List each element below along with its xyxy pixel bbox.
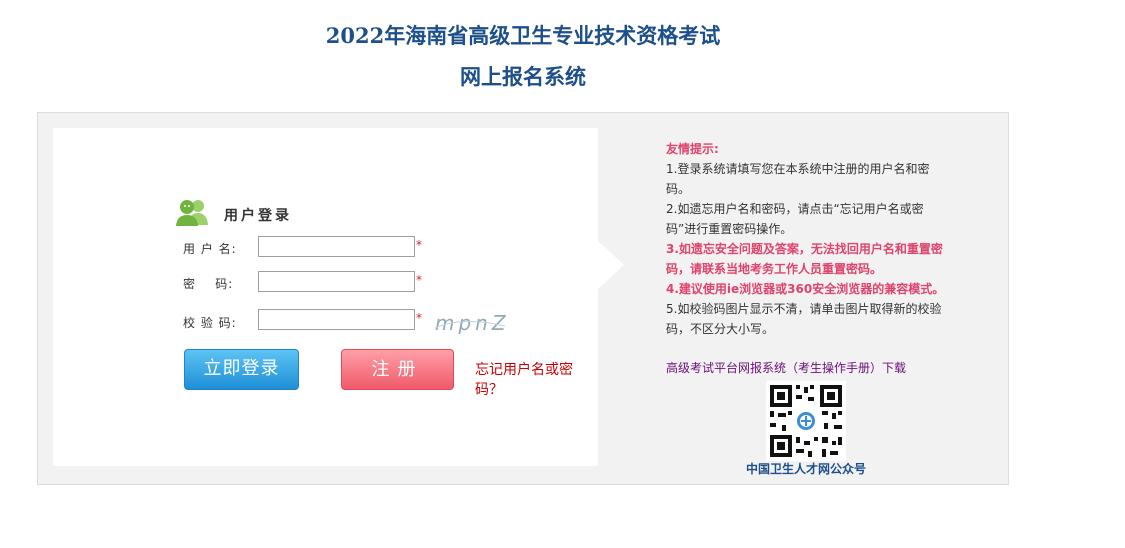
username-required-mark: *	[416, 238, 422, 252]
captcha-label: 校 验 码:	[183, 316, 237, 330]
tip-item: 2.如遗忘用户名和密码，请点击“忘记用户名或密码”进行重置密码操作。	[666, 202, 924, 236]
login-button[interactable]: 立即登录	[184, 349, 299, 390]
qr-code-icon	[766, 381, 846, 461]
captcha-image[interactable]: mpnZ	[433, 308, 508, 336]
tips-section: 友情提示: 1.登录系统请填写您在本系统中注册的用户名和密码。 2.如遗忘用户名…	[666, 139, 951, 339]
manual-download-link[interactable]: 高级考试平台网报系统（考生操作手册）下载	[666, 359, 906, 376]
pointer-arrow	[598, 241, 624, 289]
login-panel: 用户登录 用 户 名: * 密 码: * 校 验 码: * mpnZ 立即登录 …	[37, 112, 1009, 485]
captcha-input[interactable]	[258, 309, 415, 330]
forgot-password-link[interactable]: 忘记用户名或密码？	[475, 359, 598, 399]
tip-item: 4.建议使用ie浏览器或360安全浏览器的兼容模式。	[666, 282, 945, 296]
user-group-icon	[176, 200, 208, 226]
captcha-required-mark: *	[416, 311, 422, 325]
tip-item: 5.如校验码图片显示不清，请单击图片取得新的校验码，不区分大小写。	[666, 302, 942, 336]
password-required-mark: *	[416, 273, 422, 287]
tips-title: 友情提示:	[666, 142, 719, 156]
login-form: 用户登录 用 户 名: * 密 码: * 校 验 码: * mpnZ 立即登录 …	[53, 128, 598, 466]
login-heading: 用户登录	[224, 208, 292, 224]
qr-caption: 中国卫生人才网公众号	[745, 462, 866, 476]
username-input[interactable]	[258, 236, 415, 257]
password-label: 密 码:	[183, 277, 234, 291]
password-input[interactable]	[258, 271, 415, 292]
register-button[interactable]: 注册	[341, 349, 454, 390]
page-subtitle: 网上报名系统	[460, 64, 586, 89]
tip-item: 3.如遗忘安全问题及答案，无法找回用户名和重置密码，请联系当地考务工作人员重置密…	[666, 242, 943, 276]
captcha-text: mpnZ	[435, 311, 508, 335]
tip-item: 1.登录系统请填写您在本系统中注册的用户名和密码。	[666, 162, 930, 196]
page-title: 2022年海南省高级卫生专业技术资格考试	[325, 23, 721, 48]
username-label: 用 户 名:	[183, 242, 237, 256]
